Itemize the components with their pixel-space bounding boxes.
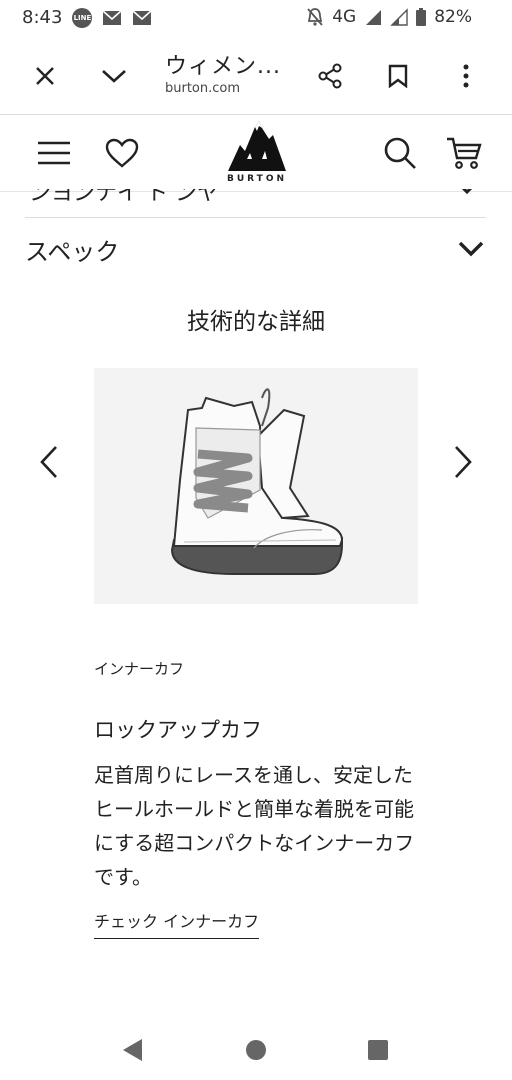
feature-category: インナーカフ: [94, 660, 185, 678]
close-icon: [36, 67, 54, 85]
share-button[interactable]: [310, 56, 350, 96]
logo-text: BURTON: [226, 174, 288, 184]
battery-icon: [416, 8, 427, 26]
accordion-label-partial: ンヨンナイ ト ンヤ: [29, 189, 219, 206]
search-icon: [384, 137, 416, 169]
cart-button[interactable]: [444, 133, 484, 173]
bookmark-button[interactable]: [378, 56, 418, 96]
accordion-row-partial[interactable]: ンヨンナイ ト ンヤ: [25, 189, 486, 218]
network-type: 4G: [332, 7, 357, 27]
tech-details-heading: 技術的な詳細: [187, 309, 325, 335]
feature-name: ロックアップカフ: [94, 718, 262, 742]
menu-button[interactable]: [34, 133, 74, 173]
signal-icon: [366, 10, 382, 25]
status-time: 8:43: [22, 7, 63, 28]
site-header: BURTON: [0, 115, 512, 192]
mail-icon: [132, 9, 152, 25]
nav-recents-button[interactable]: [362, 1034, 394, 1066]
status-bar: 8:43 LINE 4G 82%: [0, 0, 512, 36]
boot-illustration: [170, 388, 344, 575]
close-tab-button[interactable]: [25, 56, 65, 96]
bookmark-icon: [388, 64, 408, 88]
heart-icon: [105, 138, 139, 168]
feature-link[interactable]: チェック インナーカフ: [94, 908, 260, 939]
chevron-right-icon: [455, 446, 472, 478]
specs-heading: スペック: [25, 238, 120, 266]
nav-back-button[interactable]: [116, 1034, 148, 1066]
signal-weak-icon: [390, 8, 408, 26]
line-app-icon: LINE: [72, 7, 93, 28]
page-url: burton.com: [165, 81, 241, 96]
more-vertical-icon: [463, 64, 469, 88]
mountain-logo-icon: [228, 121, 286, 171]
feature-description: 足首周りにレースを通し、安定したヒールホールドと簡単な着脱を可能にする超コンパク…: [94, 763, 415, 889]
search-button[interactable]: [380, 133, 420, 173]
nav-home-button[interactable]: [240, 1034, 272, 1066]
chevron-down-icon: [461, 189, 473, 195]
battery-percent: 82%: [434, 7, 472, 27]
burton-logo[interactable]: BURTON: [225, 119, 289, 189]
carousel-prev-button[interactable]: [34, 440, 64, 484]
recents-square-icon: [368, 1040, 388, 1060]
hamburger-menu-icon: [38, 141, 70, 165]
cart-icon: [447, 137, 482, 169]
chevron-down-icon: [102, 70, 126, 83]
accordion-row-specs[interactable]: スペック: [25, 226, 486, 272]
mail-icon: [102, 9, 122, 25]
mute-bell-icon: [307, 8, 323, 26]
feature-image: [94, 368, 418, 604]
chevron-down-icon: [458, 241, 484, 257]
page-title: ウィメン...: [165, 54, 281, 79]
more-options-button[interactable]: [446, 56, 486, 96]
system-nav-bar: [0, 1020, 512, 1080]
carousel-next-button[interactable]: [448, 440, 478, 484]
wishlist-button[interactable]: [102, 133, 142, 173]
home-circle-icon: [246, 1040, 266, 1060]
minimize-button[interactable]: [94, 56, 134, 96]
browser-toolbar: ウィメン... burton.com: [0, 36, 512, 115]
chevron-left-icon: [40, 446, 57, 478]
back-triangle-icon: [123, 1039, 142, 1061]
share-icon: [318, 63, 342, 89]
